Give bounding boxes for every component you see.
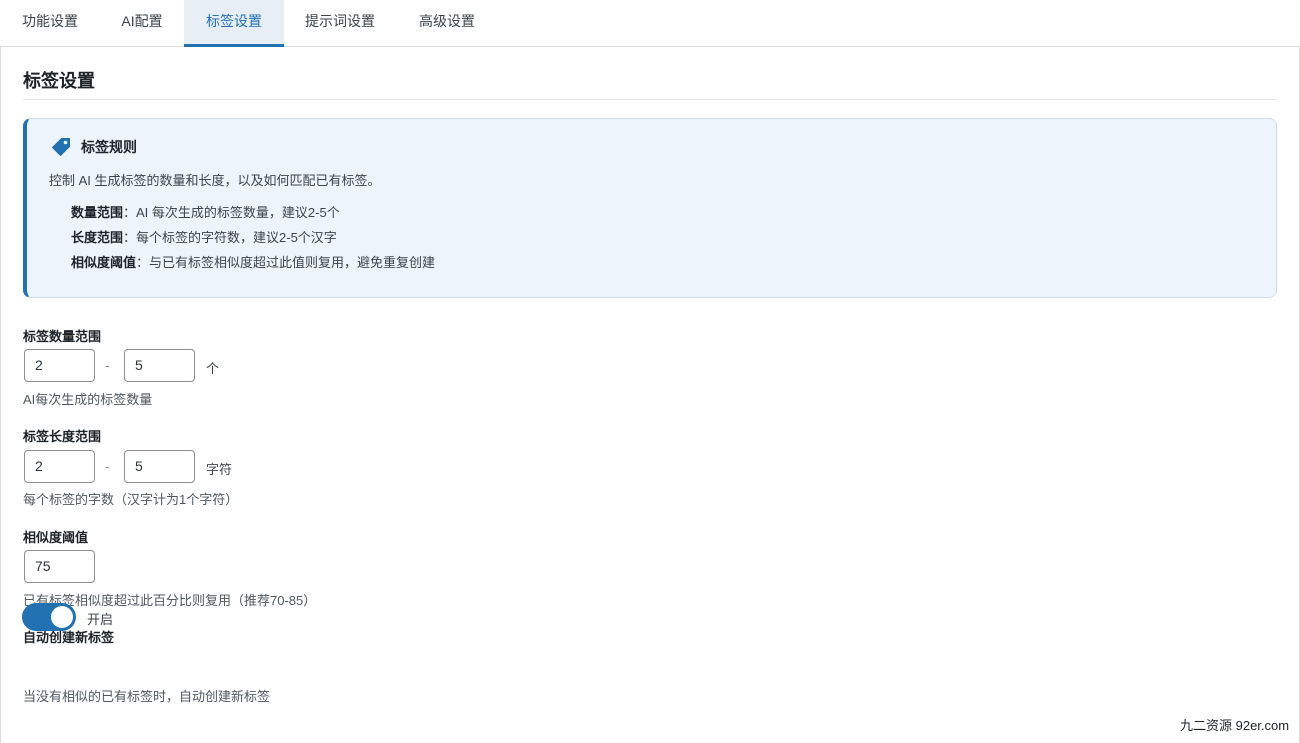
auto-create-state-label: 开启 <box>87 612 114 627</box>
toggle-knob <box>51 606 73 628</box>
rule-text: ：AI 每次生成的标签数量，建议2-5个 <box>123 205 340 220</box>
settings-tabs: 功能设置 AI配置 标签设置 提示词设置 高级设置 <box>0 0 1300 47</box>
rule-term: 数量范围 <box>71 205 124 220</box>
rule-term: 相似度阈值 <box>71 255 137 270</box>
similarity-input[interactable]: 75 <box>24 550 95 583</box>
length-range-separator: - <box>105 458 110 474</box>
length-range-help: 每个标签的字数（汉字计为1个字符） <box>23 492 239 507</box>
rule-similarity: 相似度阈值：与已有标签相似度超过此值则复用，避免重复创建 <box>71 252 435 271</box>
info-title: 标签规则 <box>81 139 137 155</box>
tab-ai-config[interactable]: AI配置 <box>100 0 184 47</box>
tab-advanced-settings[interactable]: 高级设置 <box>396 0 498 47</box>
watermark: 九二资源 92er.com <box>1180 718 1290 733</box>
info-header: 标签规则 <box>51 136 137 158</box>
rule-text: ：与已有标签相似度超过此值则复用，避免重复创建 <box>136 255 436 270</box>
count-range-separator: - <box>105 357 110 373</box>
settings-panel: 标签设置 标签规则 控制 AI 生成标签的数量和长度，以及如何匹配已有标签。 数… <box>0 47 1300 743</box>
count-min-input[interactable]: 2 <box>24 349 95 382</box>
length-max-input[interactable]: 5 <box>124 450 195 483</box>
length-min-input[interactable]: 2 <box>24 450 95 483</box>
tag-rules-info-box: 标签规则 控制 AI 生成标签的数量和长度，以及如何匹配已有标签。 数量范围：A… <box>23 118 1277 298</box>
count-range-label: 标签数量范围 <box>23 329 102 344</box>
tab-tag-settings[interactable]: 标签设置 <box>184 0 284 47</box>
auto-create-help: 当没有相似的已有标签时，自动创建新标签 <box>23 689 271 704</box>
rule-length: 长度范围：每个标签的字符数，建议2-5个汉字 <box>71 227 337 246</box>
info-description: 控制 AI 生成标签的数量和长度，以及如何匹配已有标签。 <box>49 173 381 188</box>
tab-feature-settings[interactable]: 功能设置 <box>0 0 100 47</box>
count-range-help: AI每次生成的标签数量 <box>23 392 153 407</box>
page-title: 标签设置 <box>23 71 95 91</box>
rule-count: 数量范围：AI 每次生成的标签数量，建议2-5个 <box>71 202 340 221</box>
count-max-input[interactable]: 5 <box>124 349 195 382</box>
length-range-label: 标签长度范围 <box>23 429 102 444</box>
tag-icon <box>51 137 71 157</box>
auto-create-toggle[interactable] <box>22 603 76 631</box>
similarity-label: 相似度阈值 <box>23 530 89 545</box>
tab-prompt-settings[interactable]: 提示词设置 <box>284 0 396 47</box>
rule-text: ：每个标签的字符数，建议2-5个汉字 <box>123 230 337 245</box>
count-unit: 个 <box>206 361 220 376</box>
length-unit: 字符 <box>206 462 233 477</box>
rule-term: 长度范围 <box>71 230 124 245</box>
title-divider <box>23 99 1277 100</box>
